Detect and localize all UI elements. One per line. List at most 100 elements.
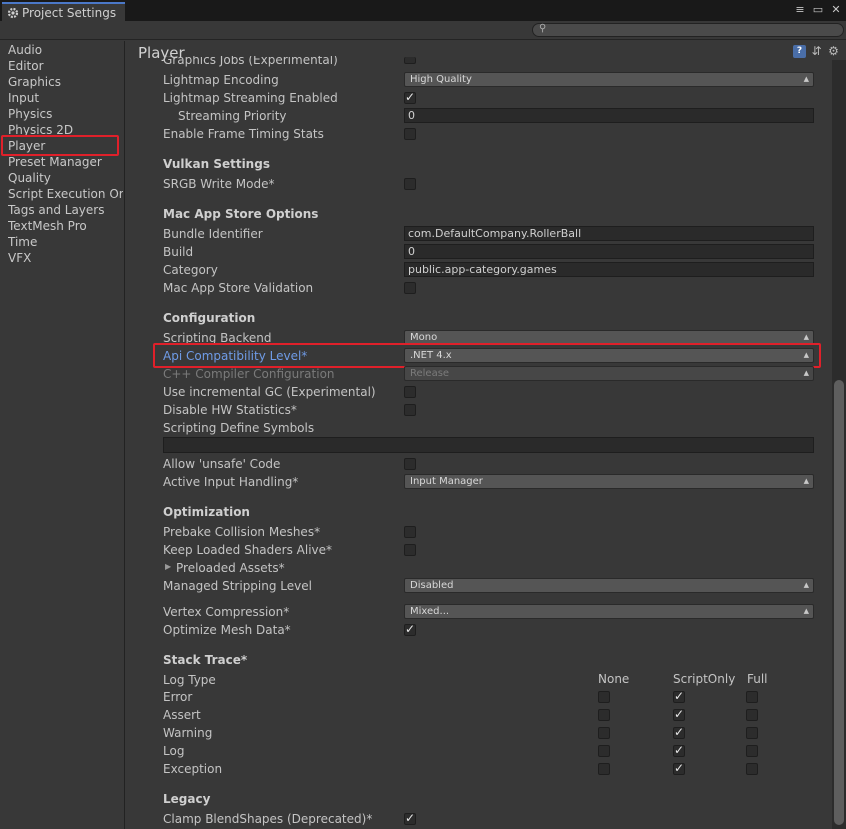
define-symbols-label: Scripting Define Symbols [163, 421, 315, 435]
srgb-write-checkbox[interactable] [404, 178, 416, 190]
srgb-write-label: SRGB Write Mode* [163, 177, 275, 191]
gear-icon [7, 7, 19, 18]
stripping-level-label: Managed Stripping Level [163, 579, 312, 593]
build-field[interactable]: 0 [404, 244, 814, 259]
log-full-checkbox[interactable] [746, 745, 758, 757]
warning-scriptonly-checkbox[interactable] [673, 725, 685, 739]
sidebar-item-vfx[interactable]: VFX [8, 250, 123, 266]
graphics-jobs-checkbox[interactable] [404, 57, 416, 64]
log-none-checkbox[interactable] [598, 745, 610, 757]
lightmap-encoding-label: Lightmap Encoding [163, 73, 279, 87]
mac-app-store-header: Mac App Store Options [163, 207, 319, 221]
scripting-backend-value: Mono [410, 332, 438, 343]
vertex-compression-dropdown[interactable]: Mixed... ▲ [404, 604, 814, 619]
sidebar-item-graphics[interactable]: Graphics [8, 74, 123, 90]
col-full-label: Full [747, 672, 768, 686]
incremental-gc-checkbox[interactable] [404, 386, 416, 398]
build-label: Build [163, 245, 194, 259]
streaming-priority-label: Streaming Priority [178, 109, 287, 123]
incremental-gc-label: Use incremental GC (Experimental) [163, 385, 376, 399]
vertex-compression-value: Mixed... [410, 606, 450, 617]
error-scriptonly-checkbox[interactable] [673, 689, 685, 703]
dropdown-arrow-icon: ▲ [803, 75, 809, 83]
legacy-header: Legacy [163, 792, 211, 806]
log-error-label: Error [163, 690, 193, 704]
stripping-level-value: Disabled [410, 580, 454, 591]
warning-full-checkbox[interactable] [746, 727, 758, 739]
exception-scriptonly-checkbox[interactable] [673, 761, 685, 775]
category-field[interactable]: public.app-category.games [404, 262, 814, 277]
prebake-checkbox[interactable] [404, 526, 416, 538]
warning-none-checkbox[interactable] [598, 727, 610, 739]
sidebar-item-time[interactable]: Time [8, 234, 123, 250]
search-icon: ⚲ [539, 23, 547, 34]
cpp-config-dropdown: Release ▲ [404, 366, 814, 381]
sidebar-item-preset-manager[interactable]: Preset Manager [8, 154, 123, 170]
help-icon[interactable]: ? [793, 45, 806, 58]
dropdown-arrow-icon: ▲ [803, 369, 809, 377]
menu-icon[interactable]: ≡ [794, 3, 806, 16]
foldout-arrow-icon[interactable]: ▶ [165, 562, 171, 571]
player-highlight-box [1, 135, 119, 156]
log-log-label: Log [163, 744, 185, 758]
exception-full-checkbox[interactable] [746, 763, 758, 775]
sidebar-item-textmesh-pro[interactable]: TextMesh Pro [8, 218, 123, 234]
graphics-jobs-label: Graphics Jobs (Experimental) [163, 56, 338, 67]
exception-none-checkbox[interactable] [598, 763, 610, 775]
title-bar: Project Settings ≡ ▭ ✕ [0, 0, 846, 21]
category-label: Category [163, 263, 218, 277]
optimize-mesh-checkbox[interactable] [404, 622, 416, 636]
sidebar-item-input[interactable]: Input [8, 90, 123, 106]
search-input[interactable]: ⚲ [532, 23, 844, 37]
streaming-priority-field[interactable]: 0 [404, 108, 814, 123]
unsafe-code-checkbox[interactable] [404, 458, 416, 470]
log-warning-label: Warning [163, 726, 213, 740]
sidebar-item-tags-and-layers[interactable]: Tags and Layers [8, 202, 123, 218]
api-compatibility-highlight-box [153, 343, 821, 368]
bundle-id-label: Bundle Identifier [163, 227, 263, 241]
project-settings-tab[interactable]: Project Settings [2, 2, 125, 21]
header-icons: ? ⇵ ⚙ [793, 45, 840, 58]
keep-shaders-checkbox[interactable] [404, 544, 416, 556]
assert-none-checkbox[interactable] [598, 709, 610, 721]
log-scriptonly-checkbox[interactable] [673, 743, 685, 757]
error-full-checkbox[interactable] [746, 691, 758, 703]
preset-icon[interactable]: ⇵ [810, 45, 823, 58]
optimization-header: Optimization [163, 505, 250, 519]
mac-validation-checkbox[interactable] [404, 282, 416, 294]
unsafe-code-label: Allow 'unsafe' Code [163, 457, 281, 471]
maximize-icon[interactable]: ▭ [812, 3, 824, 16]
col-none-label: None [598, 672, 630, 686]
cpp-config-label: C++ Compiler Configuration [163, 367, 335, 381]
sidebar-item-script-execution-order[interactable]: Script Execution Order [8, 186, 123, 202]
log-exception-label: Exception [163, 762, 223, 776]
define-symbols-field[interactable] [163, 437, 814, 453]
sidebar-item-physics[interactable]: Physics [8, 106, 123, 122]
lightmap-streaming-checkbox[interactable] [404, 90, 416, 104]
clamp-blendshapes-checkbox[interactable] [404, 811, 416, 825]
dropdown-arrow-icon: ▲ [803, 581, 809, 589]
assert-full-checkbox[interactable] [746, 709, 758, 721]
hw-stats-checkbox[interactable] [404, 404, 416, 416]
scrollbar-thumb[interactable] [834, 380, 844, 825]
settings-gear-icon[interactable]: ⚙ [827, 45, 840, 58]
toolbar: ⚲ [0, 21, 846, 40]
prebake-label: Prebake Collision Meshes* [163, 525, 321, 539]
stripping-level-dropdown[interactable]: Disabled ▲ [404, 578, 814, 593]
preloaded-assets-label[interactable]: Preloaded Assets* [176, 560, 285, 576]
tab-title: Project Settings [22, 5, 117, 20]
lightmap-encoding-dropdown[interactable]: High Quality ▲ [404, 72, 814, 87]
stack-trace-header: Stack Trace* [163, 653, 248, 667]
lightmap-streaming-label: Lightmap Streaming Enabled [163, 91, 338, 105]
bundle-id-field[interactable]: com.DefaultCompany.RollerBall [404, 226, 814, 241]
sidebar-item-audio[interactable]: Audio [8, 42, 123, 58]
assert-scriptonly-checkbox[interactable] [673, 707, 685, 721]
sidebar-item-editor[interactable]: Editor [8, 58, 123, 74]
sidebar-item-quality[interactable]: Quality [8, 170, 123, 186]
keep-shaders-label: Keep Loaded Shaders Alive* [163, 543, 333, 557]
input-handling-dropdown[interactable]: Input Manager ▲ [404, 474, 814, 489]
frame-timing-checkbox[interactable] [404, 128, 416, 140]
vertex-compression-label: Vertex Compression* [163, 605, 290, 619]
error-none-checkbox[interactable] [598, 691, 610, 703]
close-icon[interactable]: ✕ [830, 3, 842, 16]
